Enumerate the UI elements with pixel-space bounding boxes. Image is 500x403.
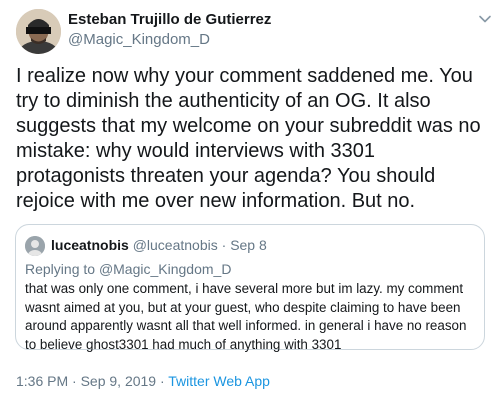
quoted-display-name[interactable]: luceatnobis bbox=[51, 237, 129, 253]
quoted-body-text: that was only one comment, i have severa… bbox=[25, 281, 467, 352]
quoted-tweet[interactable]: luceatnobis @luceatnobis · Sep 8 Replyin… bbox=[15, 224, 485, 352]
replying-to-mention[interactable]: @Magic_Kingdom_D bbox=[99, 261, 232, 277]
tweet-timestamp[interactable]: 1:36 PM · Sep 9, 2019 · bbox=[16, 373, 165, 389]
chevron-down-icon[interactable] bbox=[478, 12, 492, 26]
quoted-header: luceatnobis @luceatnobis · Sep 8 bbox=[51, 237, 267, 253]
tweet-source-link[interactable]: Twitter Web App bbox=[168, 373, 270, 389]
replying-to-line: Replying to @Magic_Kingdom_D bbox=[25, 261, 231, 277]
avatar-image bbox=[16, 9, 61, 54]
quoted-handle[interactable]: @luceatnobis bbox=[133, 237, 218, 253]
tweet-meta: 1:36 PM · Sep 9, 2019 · Twitter Web App bbox=[16, 373, 270, 389]
replying-to-label: Replying to bbox=[25, 261, 96, 277]
author-handle[interactable]: @Magic_Kingdom_D bbox=[68, 31, 210, 48]
author-avatar[interactable] bbox=[16, 9, 61, 54]
quoted-separator: · bbox=[221, 237, 227, 253]
quoted-date[interactable]: Sep 8 bbox=[230, 237, 267, 253]
quoted-author-avatar[interactable] bbox=[25, 236, 45, 256]
author-display-name[interactable]: Esteban Trujillo de Gutierrez bbox=[68, 11, 271, 28]
tweet-card: Esteban Trujillo de Gutierrez @Magic_Kin… bbox=[0, 0, 500, 403]
tweet-body-text: I realize now why your comment saddened … bbox=[16, 65, 481, 212]
